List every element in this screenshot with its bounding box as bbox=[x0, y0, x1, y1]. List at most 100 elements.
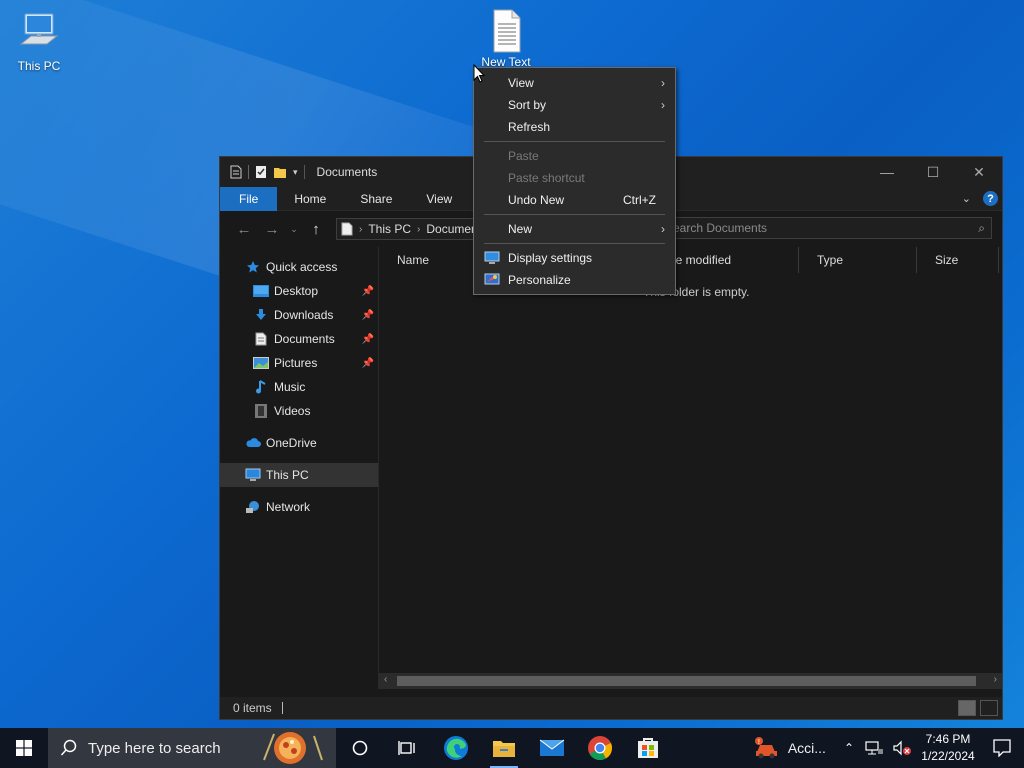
menu-item-label: View bbox=[508, 76, 534, 90]
scroll-left-icon[interactable]: ‹ bbox=[384, 674, 387, 685]
pin-icon: 📌 bbox=[361, 357, 374, 369]
nav-item-label: Music bbox=[274, 380, 306, 394]
nav-item-desktop[interactable]: Desktop 📌 bbox=[220, 279, 378, 303]
expand-ribbon-icon[interactable]: ⌄ bbox=[962, 192, 971, 205]
menu-item-label: Paste bbox=[508, 149, 539, 163]
minimize-button[interactable]: — bbox=[864, 157, 910, 187]
volume-muted-icon[interactable] bbox=[892, 740, 912, 756]
network-icon bbox=[244, 499, 262, 515]
menu-item-paste-shortcut: Paste shortcut bbox=[474, 167, 675, 189]
tab-home[interactable]: Home bbox=[277, 187, 343, 211]
document-icon bbox=[230, 165, 242, 179]
chrome-taskbar-button[interactable] bbox=[576, 728, 624, 768]
cortana-button[interactable] bbox=[336, 728, 384, 768]
nav-item-videos[interactable]: Videos bbox=[220, 399, 378, 423]
store-taskbar-button[interactable] bbox=[624, 728, 672, 768]
desktop-icon-this-pc[interactable]: This PC bbox=[4, 10, 74, 73]
menu-item-refresh[interactable]: Refresh bbox=[474, 116, 675, 138]
action-center-button[interactable] bbox=[980, 739, 1024, 757]
taskbar-search-box[interactable]: Type here to search bbox=[48, 728, 336, 768]
nav-item-label: This PC bbox=[266, 468, 309, 482]
menu-item-paste: Paste bbox=[474, 145, 675, 167]
search-placeholder: Search Documents bbox=[665, 221, 768, 235]
taskbar: Type here to search ! Acci... ⌃ 7:46 PM … bbox=[0, 728, 1024, 768]
file-list-pane[interactable]: Name Date modified Type Size This folder… bbox=[378, 247, 1002, 689]
menu-item-undo-new[interactable]: Undo New Ctrl+Z bbox=[474, 189, 675, 211]
properties-icon[interactable] bbox=[255, 165, 267, 179]
menu-item-display-settings[interactable]: Display settings bbox=[474, 247, 675, 269]
large-icons-view-button[interactable] bbox=[980, 700, 998, 716]
details-view-button[interactable] bbox=[958, 700, 976, 716]
window-title: Documents bbox=[316, 165, 378, 179]
forward-button[interactable]: → bbox=[258, 221, 286, 238]
tab-file[interactable]: File bbox=[220, 186, 278, 211]
nav-item-documents[interactable]: Documents 📌 bbox=[220, 327, 378, 351]
nav-item-label: Downloads bbox=[274, 308, 334, 322]
menu-item-new[interactable]: New › bbox=[474, 218, 675, 240]
file-explorer-taskbar-button[interactable] bbox=[480, 728, 528, 768]
edge-icon bbox=[444, 736, 468, 760]
mail-taskbar-button[interactable] bbox=[528, 728, 576, 768]
task-view-button[interactable] bbox=[384, 728, 432, 768]
submenu-arrow-icon: › bbox=[661, 222, 665, 236]
up-button[interactable]: ↑ bbox=[302, 221, 330, 238]
menu-item-label: Display settings bbox=[508, 251, 593, 265]
nav-item-label: Documents bbox=[274, 332, 335, 346]
item-count: 0 items bbox=[233, 701, 272, 715]
system-tray: ! Acci... ⌃ 7:46 PM 1/22/2024 bbox=[754, 728, 1024, 768]
customize-toolbar-icon[interactable]: ▾ bbox=[293, 167, 298, 178]
nav-item-downloads[interactable]: Downloads 📌 bbox=[220, 303, 378, 327]
shortcut-label: Ctrl+Z bbox=[623, 193, 656, 207]
mouse-pointer-icon bbox=[473, 64, 486, 83]
help-icon[interactable]: ? bbox=[983, 191, 998, 206]
column-type[interactable]: Type bbox=[799, 247, 917, 273]
scrollbar-thumb[interactable] bbox=[397, 676, 976, 686]
tray-app-button[interactable]: ! Acci... bbox=[754, 736, 838, 760]
windows-logo-icon bbox=[16, 740, 32, 756]
menu-item-personalize[interactable]: Personalize bbox=[474, 269, 675, 291]
desktop-icon-new-text[interactable]: New Text bbox=[471, 8, 541, 69]
car-accident-icon: ! bbox=[754, 737, 777, 759]
search-box[interactable]: Search Documents ⌕ bbox=[658, 217, 992, 239]
chrome-icon bbox=[588, 736, 613, 761]
back-button[interactable]: ← bbox=[230, 221, 258, 238]
nav-item-onedrive[interactable]: OneDrive bbox=[220, 431, 378, 455]
tab-share[interactable]: Share bbox=[343, 187, 409, 211]
nav-item-this-pc[interactable]: This PC bbox=[220, 463, 378, 487]
menu-item-view[interactable]: View › bbox=[474, 72, 675, 94]
pin-icon: 📌 bbox=[361, 309, 374, 321]
search-icon: ⌕ bbox=[978, 220, 985, 235]
edge-taskbar-button[interactable] bbox=[432, 728, 480, 768]
network-status-icon[interactable] bbox=[864, 740, 884, 756]
clock-date: 1/22/2024 bbox=[921, 749, 975, 763]
menu-item-label: Paste shortcut bbox=[508, 171, 585, 185]
show-hidden-icons-chevron-icon[interactable]: ⌃ bbox=[838, 741, 860, 755]
nav-item-quick-access[interactable]: Quick access bbox=[220, 255, 378, 279]
submenu-arrow-icon: › bbox=[661, 76, 665, 90]
nav-item-music[interactable]: Music bbox=[220, 375, 378, 399]
pin-icon: 📌 bbox=[361, 333, 374, 345]
desktop-icon-label: This PC bbox=[17, 59, 61, 73]
quick-access-toolbar: ▾ bbox=[220, 157, 298, 187]
nav-item-label: Pictures bbox=[274, 356, 318, 370]
search-icon bbox=[60, 739, 77, 756]
personalize-icon bbox=[484, 273, 500, 285]
nav-item-label: OneDrive bbox=[266, 436, 317, 450]
horizontal-scrollbar[interactable]: ‹ › bbox=[379, 673, 1002, 689]
menu-item-sort-by[interactable]: Sort by › bbox=[474, 94, 675, 116]
close-button[interactable]: ✕ bbox=[956, 157, 1002, 187]
start-button[interactable] bbox=[0, 728, 48, 768]
tab-view[interactable]: View bbox=[409, 187, 469, 211]
clock[interactable]: 7:46 PM 1/22/2024 bbox=[916, 731, 980, 765]
scroll-right-icon[interactable]: › bbox=[994, 674, 997, 685]
nav-item-network[interactable]: Network bbox=[220, 495, 378, 519]
file-explorer-icon bbox=[493, 741, 515, 757]
new-folder-icon[interactable] bbox=[273, 165, 287, 179]
documents-icon bbox=[341, 222, 353, 236]
nav-item-pictures[interactable]: Pictures 📌 bbox=[220, 351, 378, 375]
recent-locations-icon[interactable]: ⌄ bbox=[286, 224, 302, 235]
maximize-button[interactable]: ☐ bbox=[910, 157, 956, 187]
cortana-icon bbox=[352, 740, 368, 756]
breadcrumb-this-pc[interactable]: This PC bbox=[368, 222, 411, 236]
column-size[interactable]: Size bbox=[917, 247, 999, 273]
